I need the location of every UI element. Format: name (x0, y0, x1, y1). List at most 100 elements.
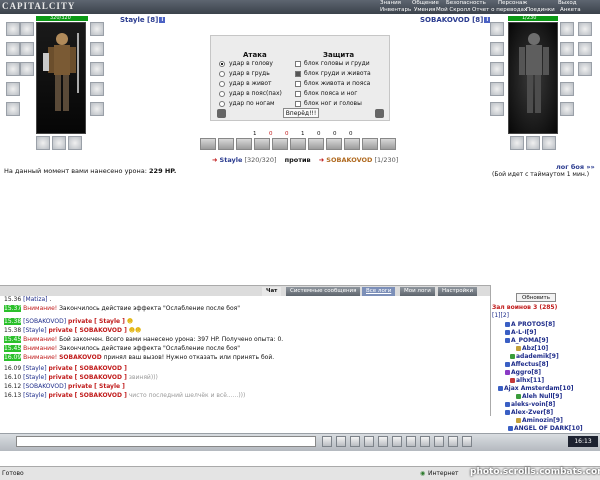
checkbox-icon[interactable] (295, 80, 301, 87)
battle-log-link[interactable]: лог боя »» (556, 163, 595, 171)
checkbox-icon[interactable] (295, 100, 301, 107)
menu-exit[interactable]: Выход (558, 0, 577, 6)
defense-option[interactable]: блок пояса и ног (295, 90, 357, 97)
armor-slot-icon[interactable] (6, 82, 20, 96)
attack-option[interactable]: удар в живот (219, 80, 272, 87)
attack-option[interactable]: удар в грудь (219, 70, 270, 77)
potion-slot-icon[interactable] (36, 136, 50, 150)
menu-duels[interactable]: Поединки (526, 7, 555, 13)
refresh-button[interactable]: Обновить (516, 293, 556, 302)
radio-icon[interactable] (219, 90, 225, 97)
effect-icon[interactable] (326, 138, 342, 150)
room-user-name[interactable]: Abz[10] (522, 345, 548, 352)
room-user[interactable]: aleks-voin[8] (505, 401, 555, 408)
room-user-name[interactable]: Aminozin[9] (522, 417, 563, 424)
chat-recipient[interactable]: [ Stayle ] (94, 383, 125, 390)
room-user[interactable]: Ajax Amsterdam[10] (498, 385, 574, 392)
armor-slot-icon[interactable] (490, 82, 504, 96)
menu-communication[interactable]: Общение (412, 0, 439, 6)
clear-icon[interactable] (336, 436, 346, 447)
room-user[interactable]: Aleh Null[9] (516, 393, 562, 400)
room-user-name[interactable]: Ajax Amsterdam[10] (504, 385, 574, 392)
room-user[interactable]: alhx[11] (510, 377, 544, 384)
effect-icon[interactable] (200, 138, 216, 150)
room-user-name[interactable]: ANGEL OF DARK[10] (514, 425, 583, 432)
checkbox-icon[interactable] (295, 70, 301, 77)
effect-icon[interactable] (380, 138, 396, 150)
bracer-slot-icon[interactable] (560, 62, 574, 76)
chat-recipient[interactable]: [ SOBAKOVOD ] (75, 374, 127, 381)
boots-slot-icon[interactable] (560, 102, 574, 116)
refresh-icon[interactable] (378, 436, 388, 447)
chat-author[interactable]: SOBAKOVOD (59, 354, 102, 361)
belt-slot-icon[interactable] (490, 102, 504, 116)
room-user[interactable]: adademik[9] (510, 353, 559, 360)
chat-author[interactable]: [Matiza] (23, 296, 47, 303)
room-user[interactable]: Aggro[8] (505, 369, 541, 376)
room-pages[interactable]: [1][2] (492, 312, 509, 319)
weapon-slot-icon[interactable] (490, 62, 504, 76)
potion-slot-icon[interactable] (52, 136, 66, 150)
tab-all-logs[interactable]: Все логи (362, 287, 396, 296)
leggings-slot-icon[interactable] (90, 82, 104, 96)
boots-slot-icon[interactable] (90, 102, 104, 116)
tab-chat[interactable]: Чат (262, 287, 282, 296)
defense-option[interactable]: блок живота и пояса (295, 80, 370, 87)
potion-slot-icon[interactable] (526, 136, 540, 150)
help-icon[interactable] (462, 436, 472, 447)
helmet-slot-icon[interactable] (490, 22, 504, 36)
checkbox-icon[interactable] (295, 60, 301, 67)
versus-right-name[interactable]: SOBAKOVOD (326, 156, 372, 164)
menu-inventory[interactable]: Инвентарь (380, 7, 411, 13)
room-user-name[interactable]: aleks-voin[8] (511, 401, 555, 408)
potion-slot-icon[interactable] (510, 136, 524, 150)
chat-author[interactable]: [SOBAKOVOD] (23, 383, 66, 390)
ring-slot-icon[interactable] (20, 42, 34, 56)
room-user-name[interactable]: alhx[11] (516, 377, 544, 384)
menu-knowledge[interactable]: Знания (380, 0, 401, 6)
room-user[interactable]: A PROTOS[8] (505, 321, 555, 328)
gloves-slot-icon[interactable] (90, 22, 104, 36)
attack-option[interactable]: удар по ногам (219, 100, 275, 107)
bracer-slot-icon[interactable] (90, 62, 104, 76)
effect-icon[interactable] (272, 138, 288, 150)
versus-left-name[interactable]: Stayle (220, 156, 243, 164)
menu-profile[interactable]: Анкета (560, 7, 581, 13)
effect-icon[interactable] (218, 138, 234, 150)
effect-icon[interactable] (290, 138, 306, 150)
history-icon[interactable] (420, 436, 430, 447)
chat-message-input[interactable] (16, 436, 316, 447)
room-user-name[interactable]: A_POMA[9] (511, 337, 548, 344)
room-user-name[interactable]: A-L-I[9] (511, 329, 536, 336)
settings-icon[interactable] (375, 109, 384, 118)
settings-icon[interactable] (448, 436, 458, 447)
helmet-slot-icon[interactable] (6, 22, 20, 36)
shield-slot-icon[interactable] (90, 42, 104, 56)
potion-slot-icon[interactable] (542, 136, 556, 150)
gloves-slot-icon[interactable] (560, 22, 574, 36)
room-user[interactable]: Alex-Zver[8] (505, 409, 553, 416)
chat-author[interactable]: [SOBAKOVOD] (23, 318, 66, 325)
info-icon[interactable]: i (159, 17, 166, 23)
right-player-name[interactable]: SOBAKOVOD [8] i (420, 16, 491, 24)
radio-icon[interactable] (219, 100, 225, 107)
menu-character[interactable]: Персонаж (498, 0, 527, 6)
effect-icon[interactable] (362, 138, 378, 150)
room-user-name[interactable]: Aleh Null[9] (522, 393, 562, 400)
chat-mode-icon[interactable] (434, 436, 444, 447)
chat-recipient[interactable]: [ SOBAKOVOD ] (75, 392, 127, 399)
amulet-slot-icon[interactable] (490, 42, 504, 56)
smiles-icon[interactable] (350, 436, 360, 447)
chat-recipient[interactable]: [ Stayle ] (94, 318, 125, 325)
chat-author[interactable]: [Stayle] (23, 374, 46, 381)
filter-icon[interactable] (364, 436, 374, 447)
amulet-slot-icon[interactable] (6, 42, 20, 56)
forward-button[interactable]: Вперёд!!! (283, 108, 319, 118)
room-user-name[interactable]: adademik[9] (516, 353, 559, 360)
effect-icon[interactable] (308, 138, 324, 150)
menu-transfers[interactable]: Отчет о переводах (472, 7, 527, 13)
room-user[interactable]: Affectus[8] (505, 361, 549, 368)
translit-icon[interactable] (392, 436, 402, 447)
effect-icon[interactable] (236, 138, 252, 150)
defense-option[interactable]: блок груди и живота (295, 70, 371, 77)
